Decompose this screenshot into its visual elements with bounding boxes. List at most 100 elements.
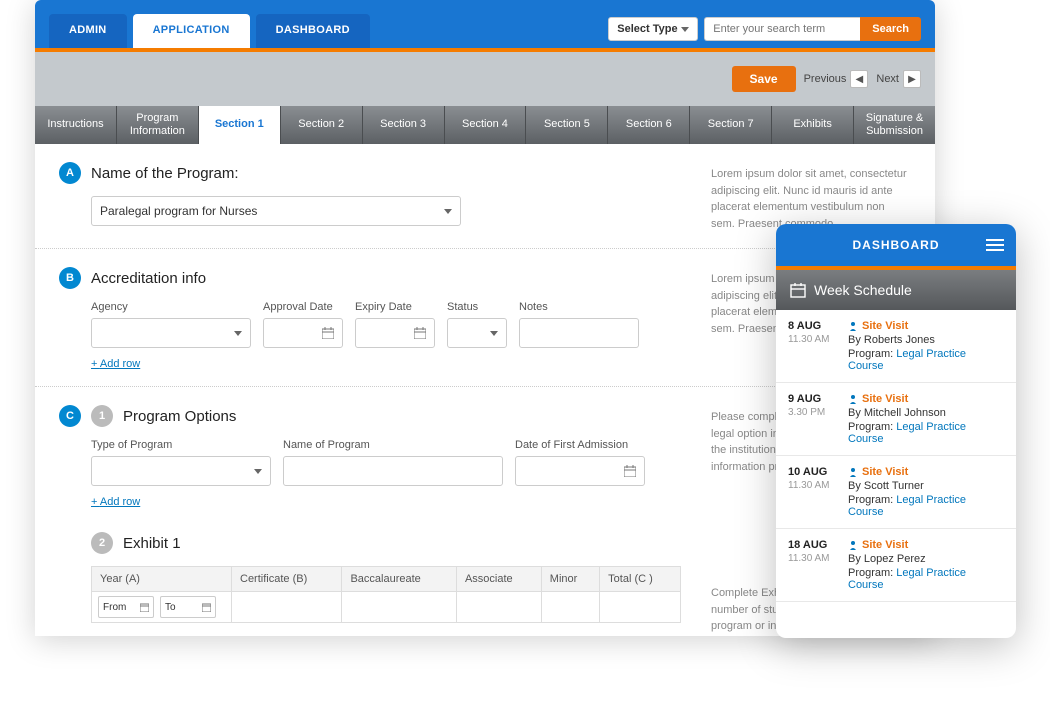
program-link[interactable]: Legal Practice Course [848, 421, 966, 445]
chevron-down-icon [490, 331, 498, 336]
sectab-section2[interactable]: Section 2 [281, 106, 363, 144]
dof-input[interactable] [515, 456, 645, 486]
chevron-left-icon: ◀ [850, 70, 868, 88]
section-tabs: Instructions Program Information Section… [35, 106, 935, 144]
schedule-event: Site Visit [862, 539, 908, 551]
schedule-body: Site VisitBy Lopez PerezProgram: Legal P… [848, 539, 1004, 591]
schedule-item[interactable]: 8 AUG11.30 AMSite VisitBy Roberts JonesP… [776, 310, 1016, 383]
cell-minor[interactable] [541, 592, 599, 623]
schedule-item[interactable]: 9 AUG3.30 PMSite VisitBy Mitchell Johnso… [776, 383, 1016, 456]
schedule-event: Site Visit [862, 393, 908, 405]
person-icon [848, 540, 858, 550]
top-search: Select Type Search [608, 17, 921, 41]
sectab-section1[interactable]: Section 1 [199, 106, 281, 144]
schedule-date: 18 AUG11.30 AM [788, 539, 838, 591]
exhibit-table: Year (A) Certificate (B) Baccalaureate A… [91, 566, 681, 623]
schedule-event: Site Visit [862, 320, 908, 332]
block-c2-title: Exhibit 1 [123, 535, 181, 552]
sectab-section6[interactable]: Section 6 [608, 106, 690, 144]
block-a-title: Name of the Program: [91, 165, 239, 182]
prev-control[interactable]: Previous ◀ [804, 70, 869, 88]
program-select[interactable]: Paralegal program for Nurses [91, 196, 461, 226]
th-bacc: Baccalaureate [342, 567, 457, 592]
chevron-down-icon [681, 27, 689, 32]
sectab-instructions[interactable]: Instructions [35, 106, 117, 144]
program-link[interactable]: Legal Practice Course [848, 348, 966, 372]
badge-c: C [59, 405, 81, 427]
expiry-date-input[interactable] [355, 318, 435, 348]
mobile-title: DASHBOARD [853, 238, 940, 252]
schedule-date: 9 AUG3.30 PM [788, 393, 838, 445]
cell-assoc[interactable] [456, 592, 541, 623]
save-button[interactable]: Save [732, 66, 796, 92]
search-button[interactable]: Search [860, 17, 921, 41]
tab-dashboard[interactable]: DASHBOARD [256, 14, 370, 48]
cell-cert[interactable] [232, 592, 342, 623]
notes-label: Notes [519, 301, 639, 313]
person-icon [848, 394, 858, 404]
expiry-label: Expiry Date [355, 301, 435, 313]
th-year: Year (A) [92, 567, 232, 592]
calendar-icon [140, 603, 149, 612]
sectab-signature[interactable]: Signature & Submission [854, 106, 935, 144]
search-input[interactable] [704, 17, 860, 41]
block-c1-title: Program Options [123, 408, 236, 425]
approval-label: Approval Date [263, 301, 343, 313]
schedule-item[interactable]: 10 AUG11.30 AMSite VisitBy Scott TurnerP… [776, 456, 1016, 529]
calendar-icon [414, 327, 426, 339]
sectab-exhibits[interactable]: Exhibits [772, 106, 854, 144]
person-icon [848, 467, 858, 477]
badge-c1: 1 [91, 405, 113, 427]
name-prog-label: Name of Program [283, 439, 503, 451]
next-label: Next [876, 73, 899, 85]
cell-total[interactable] [600, 592, 681, 623]
tab-application[interactable]: APPLICATION [133, 14, 250, 48]
next-control[interactable]: Next ▶ [876, 70, 921, 88]
prev-label: Previous [804, 73, 847, 85]
th-total: Total (C ) [600, 567, 681, 592]
approval-date-input[interactable] [263, 318, 343, 348]
badge-c2: 2 [91, 532, 113, 554]
select-type-dropdown[interactable]: Select Type [608, 17, 698, 41]
year-from-input[interactable]: From [98, 596, 154, 618]
type-prog-label: Type of Program [91, 439, 271, 451]
mobile-subheader: Week Schedule [776, 270, 1016, 310]
badge-b: B [59, 267, 81, 289]
program-link[interactable]: Legal Practice Course [848, 567, 966, 591]
schedule-body: Site VisitBy Roberts JonesProgram: Legal… [848, 320, 1004, 372]
sectab-section5[interactable]: Section 5 [526, 106, 608, 144]
chevron-down-icon [254, 469, 262, 474]
top-tabs: ADMIN APPLICATION DASHBOARD [49, 14, 370, 48]
sectab-section4[interactable]: Section 4 [445, 106, 527, 144]
badge-a: A [59, 162, 81, 184]
th-minor: Minor [541, 567, 599, 592]
mobile-panel: DASHBOARD Week Schedule 8 AUG11.30 AMSit… [776, 224, 1016, 638]
mobile-subtitle: Week Schedule [814, 282, 912, 298]
sectab-program-info[interactable]: Program Information [117, 106, 199, 144]
dof-label: Date of First Admission [515, 439, 645, 451]
type-prog-select[interactable] [91, 456, 271, 486]
status-select[interactable] [447, 318, 507, 348]
add-row-c[interactable]: + Add row [91, 496, 140, 508]
menu-icon[interactable] [986, 236, 1004, 254]
sectab-section3[interactable]: Section 3 [363, 106, 445, 144]
notes-input[interactable] [519, 318, 639, 348]
calendar-icon [790, 282, 806, 298]
mobile-list: 8 AUG11.30 AMSite VisitBy Roberts JonesP… [776, 310, 1016, 602]
chevron-right-icon: ▶ [903, 70, 921, 88]
tab-admin[interactable]: ADMIN [49, 14, 127, 48]
search-wrap: Search [704, 17, 921, 41]
schedule-body: Site VisitBy Scott TurnerProgram: Legal … [848, 466, 1004, 518]
agency-select[interactable] [91, 318, 251, 348]
chevron-down-icon [444, 209, 452, 214]
cell-bacc[interactable] [342, 592, 457, 623]
toolbar: Save Previous ◀ Next ▶ [35, 52, 935, 106]
th-assoc: Associate [456, 567, 541, 592]
program-link[interactable]: Legal Practice Course [848, 494, 966, 518]
year-to-input[interactable]: To [160, 596, 216, 618]
add-row-b[interactable]: + Add row [91, 358, 140, 370]
schedule-item[interactable]: 18 AUG11.30 AMSite VisitBy Lopez PerezPr… [776, 529, 1016, 602]
name-prog-input[interactable] [283, 456, 503, 486]
agency-label: Agency [91, 301, 251, 313]
sectab-section7[interactable]: Section 7 [690, 106, 772, 144]
